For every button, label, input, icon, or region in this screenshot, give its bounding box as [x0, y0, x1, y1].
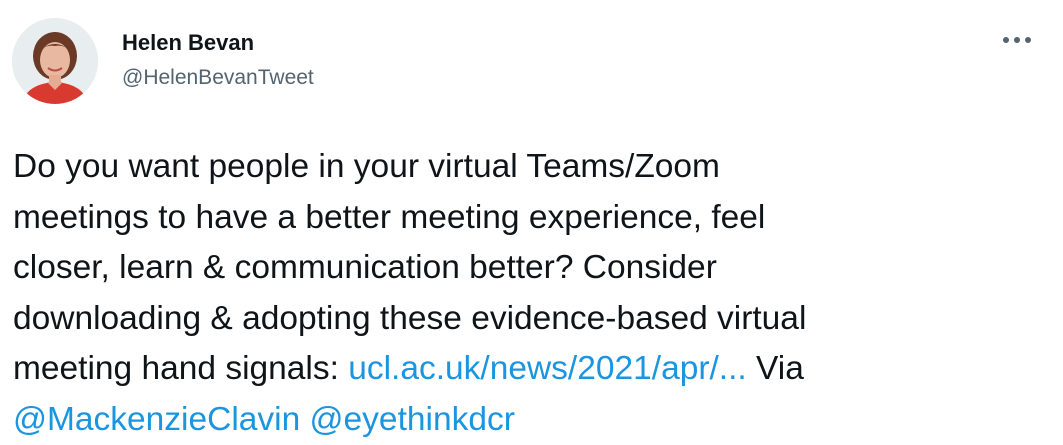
- author-handle[interactable]: @HelenBevanTweet: [122, 66, 314, 90]
- more-options-icon[interactable]: [998, 28, 1038, 52]
- tweet-text-line: Do you want people in your virtual Teams…: [13, 148, 720, 185]
- mention-mackenzieclavin[interactable]: @MackenzieClavin: [13, 401, 300, 438]
- tweet-card: Helen Bevan @HelenBevanTweet Do you want…: [0, 0, 1063, 438]
- mention-eyethinkdcr[interactable]: @eyethinkdcr: [310, 401, 515, 438]
- author-name[interactable]: Helen Bevan: [122, 30, 254, 56]
- tweet-text: Do you want people in your virtual Teams…: [13, 142, 1053, 445]
- tweet-link[interactable]: ucl.ac.uk/news/2021/apr/...: [348, 350, 747, 387]
- avatar-image: [12, 18, 98, 104]
- tweet-text-line: closer, learn & communication better? Co…: [13, 249, 717, 286]
- tweet-text-line: meetings to have a better meeting experi…: [13, 198, 766, 236]
- tweet-text-line: downloading & adopting these evidence-ba…: [13, 299, 807, 337]
- avatar[interactable]: [12, 18, 98, 104]
- via-text: Via: [746, 350, 804, 387]
- tweet-text-line: meeting hand signals:: [13, 350, 349, 387]
